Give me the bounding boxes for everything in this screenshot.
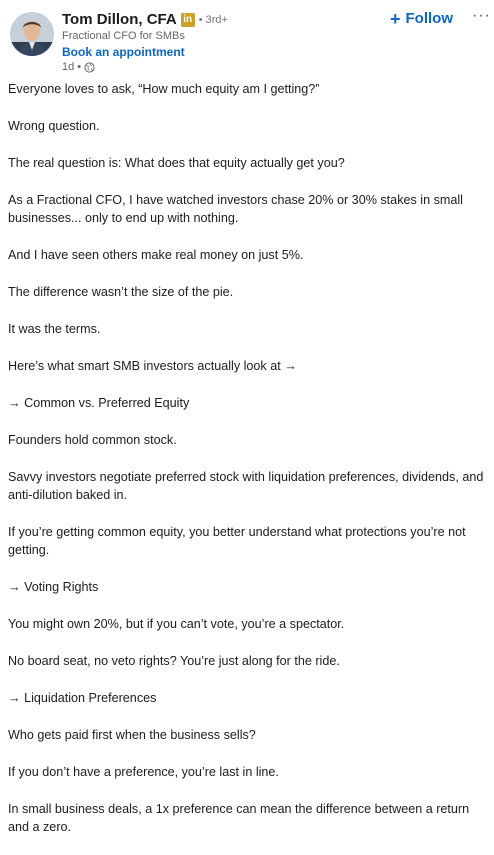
- follow-button[interactable]: + Follow: [388, 8, 455, 29]
- post-time: 1d •: [62, 61, 82, 73]
- avatar-photo: [10, 12, 54, 56]
- plus-icon: +: [390, 8, 401, 29]
- post-paragraph: Here’s what smart SMB investors actually…: [8, 359, 297, 373]
- post-meta: 1d •: [62, 61, 95, 73]
- post-paragraph: You might own 20%, but if you can’t vote…: [8, 617, 345, 631]
- post-body: Everyone loves to ask, “How much equity …: [8, 80, 486, 855]
- author-headline: Fractional CFO for SMBs: [62, 30, 185, 42]
- post-section-heading: → Voting Rights: [8, 580, 99, 594]
- author-name-row: Tom Dillon, CFA in • 3rd+: [62, 11, 228, 28]
- author-name[interactable]: Tom Dillon, CFA: [62, 11, 177, 28]
- connection-degree: • 3rd+: [198, 13, 228, 26]
- post-paragraph: No board seat, no veto rights? You’re ju…: [8, 654, 340, 668]
- post-paragraph: Savvy investors negotiate preferred stoc…: [8, 470, 484, 502]
- post-section-heading: → Common vs. Preferred Equity: [8, 396, 190, 410]
- globe-icon: [84, 61, 95, 73]
- post-paragraph: As a Fractional CFO, I have watched inve…: [8, 193, 463, 225]
- post-paragraph: Founders hold common stock.: [8, 433, 177, 447]
- post-paragraph: In small business deals, a 1x preference…: [8, 802, 470, 834]
- post-paragraph: The difference wasn’t the size of the pi…: [8, 285, 234, 299]
- post-paragraph: The real question is: What does that equ…: [8, 156, 345, 170]
- post-paragraph: Wrong question.: [8, 119, 100, 133]
- post-paragraph: And I have seen others make real money o…: [8, 248, 304, 262]
- post-section-heading: → Liquidation Preferences: [8, 691, 157, 705]
- more-options-button[interactable]: ···: [466, 6, 494, 26]
- post-paragraph: If you don’t have a preference, you’re l…: [8, 765, 279, 779]
- post-header: Tom Dillon, CFA in • 3rd+ Fractional CFO…: [0, 0, 494, 80]
- avatar[interactable]: [10, 12, 54, 56]
- feed-post: Tom Dillon, CFA in • 3rd+ Fractional CFO…: [0, 0, 494, 839]
- follow-label: Follow: [405, 10, 454, 27]
- post-paragraph: If you’re getting common equity, you bet…: [8, 525, 466, 557]
- post-paragraph: Everyone loves to ask, “How much equity …: [8, 82, 320, 96]
- linkedin-premium-icon: in: [180, 12, 195, 27]
- post-paragraph: It was the terms.: [8, 322, 101, 336]
- book-appointment-link[interactable]: Book an appointment: [62, 45, 185, 59]
- post-paragraph: Who gets paid first when the business se…: [8, 728, 256, 742]
